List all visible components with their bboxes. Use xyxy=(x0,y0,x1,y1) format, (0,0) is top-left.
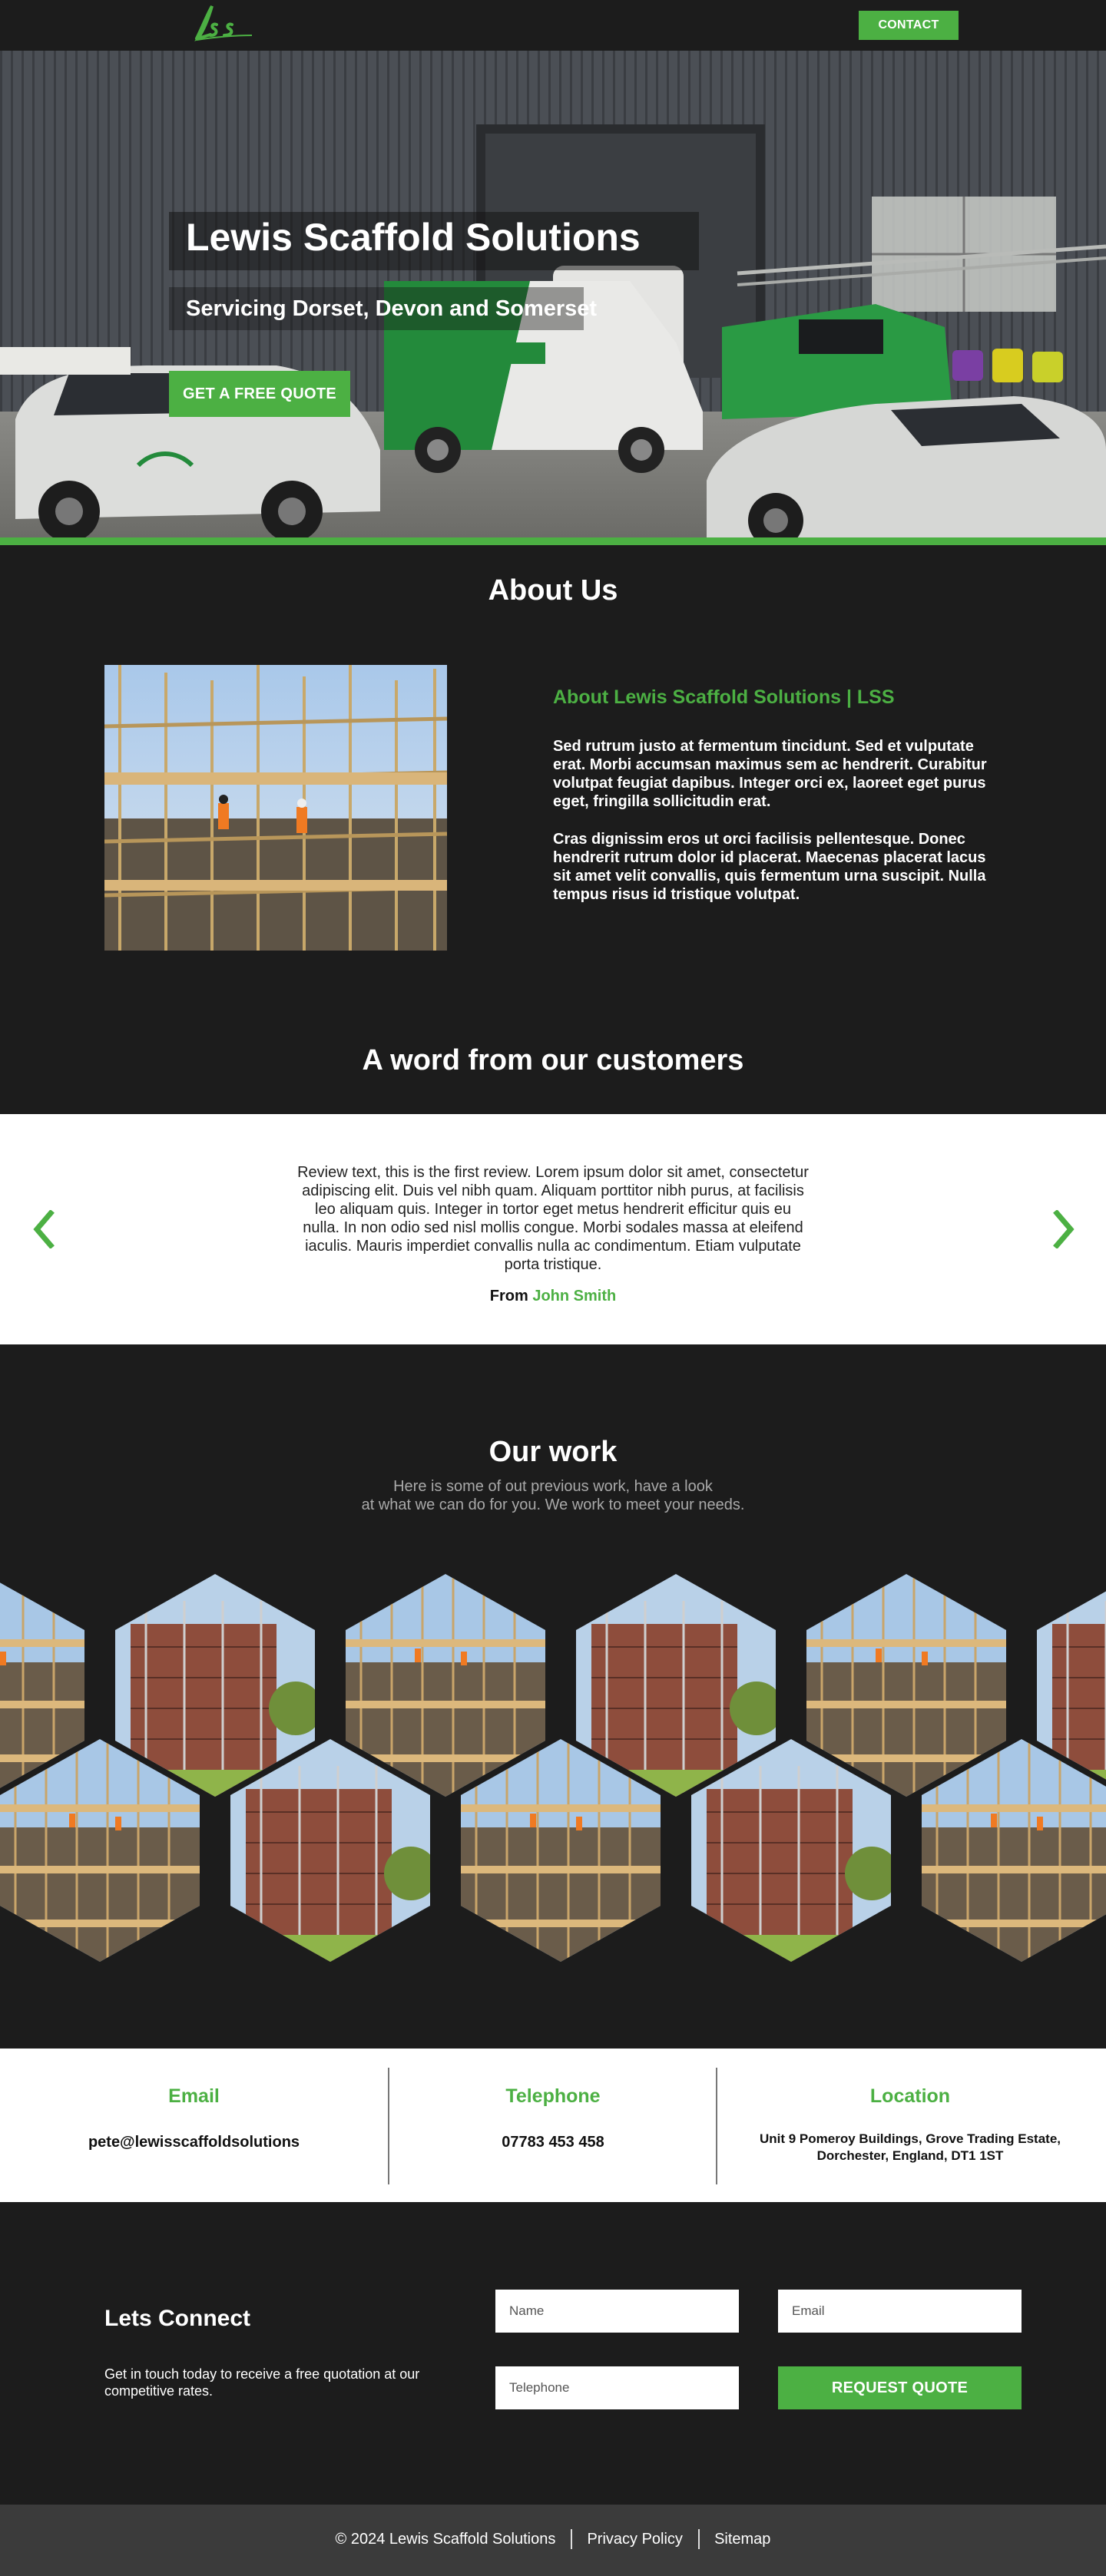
sitemap-link[interactable]: Sitemap xyxy=(714,2531,770,2548)
request-quote-button[interactable]: REQUEST QUOTE xyxy=(778,2366,1022,2409)
footer-separator-2 xyxy=(697,2529,700,2549)
top-navigation-bar: CONTACT xyxy=(0,0,1106,51)
contact-divider-2 xyxy=(716,2068,717,2184)
footer-copyright: © 2024 Lewis Scaffold Solutions xyxy=(335,2530,556,2548)
footer-links: © 2024 Lewis Scaffold Solutions Privacy … xyxy=(0,2529,1106,2549)
reviews-heading: A word from our customers xyxy=(362,1044,744,1076)
location-line-2: Dorchester, England, DT1 1ST xyxy=(816,2148,1004,2163)
privacy-policy-link[interactable]: Privacy Policy xyxy=(587,2531,682,2548)
chevron-left-icon[interactable] xyxy=(31,1209,55,1249)
connect-text: Get in touch today to receive a free quo… xyxy=(104,2366,420,2399)
contact-divider-1 xyxy=(388,2068,389,2184)
about-heading: About Us xyxy=(488,574,618,607)
location-line-1: Unit 9 Pomeroy Buildings, Grove Trading … xyxy=(759,2131,1061,2146)
location-label: Location xyxy=(869,2085,951,2107)
work-gallery-hexagon[interactable] xyxy=(461,1739,661,1962)
contact-button[interactable]: CONTACT xyxy=(859,11,959,40)
work-gallery xyxy=(0,1570,1106,1977)
hero-title: Lewis Scaffold Solutions xyxy=(186,216,641,259)
email-column: Email pete@lewisscaffoldsolutions xyxy=(46,2085,342,2151)
work-subtitle: Here is some of out previous work, have … xyxy=(323,1477,783,1514)
about-paragraph-2: Cras dignissim eros ut orci facilisis pe… xyxy=(553,831,986,903)
work-subtitle-line-1: Here is some of out previous work, have … xyxy=(393,1478,713,1495)
email-label: Email xyxy=(168,2085,220,2107)
work-heading: Our work xyxy=(488,1436,618,1468)
work-gallery-hexagon[interactable] xyxy=(806,1574,1006,1797)
review-text: Review text, this is the first review. L… xyxy=(297,1164,809,1273)
name-input[interactable] xyxy=(495,2290,739,2333)
review-from-label: From xyxy=(489,1288,528,1305)
telephone-value[interactable]: 07783 453 458 xyxy=(406,2134,700,2151)
about-subheading: About Lewis Scaffold Solutions | LSS xyxy=(553,686,895,708)
chevron-right-icon[interactable] xyxy=(1052,1209,1077,1249)
footer-separator-1 xyxy=(570,2529,572,2549)
location-column: Location Unit 9 Pomeroy Buildings, Grove… xyxy=(733,2085,1087,2164)
work-subtitle-line-2: at what we can do for you. We work to me… xyxy=(361,1496,745,1513)
work-gallery-hexagon[interactable] xyxy=(346,1574,545,1797)
location-value: Unit 9 Pomeroy Buildings, Grove Trading … xyxy=(733,2131,1087,2164)
page: CONTACT Lewis Scaffold Solutions Servici… xyxy=(0,0,1106,2576)
lss-logo-icon[interactable] xyxy=(186,2,255,45)
email-value[interactable]: pete@lewisscaffoldsolutions xyxy=(46,2134,342,2151)
about-scaffold-photo xyxy=(104,665,447,951)
work-gallery-hexagon[interactable] xyxy=(0,1739,200,1962)
hero-banner: Lewis Scaffold Solutions Servicing Dorse… xyxy=(0,51,1106,537)
hero-accent-line xyxy=(0,537,1106,545)
email-input[interactable] xyxy=(778,2290,1022,2333)
about-paragraph-1: Sed rutrum justo at fermentum tincidunt.… xyxy=(553,738,987,810)
telephone-column: Telephone 07783 453 458 xyxy=(406,2085,700,2151)
free-quote-button[interactable]: GET A FREE QUOTE xyxy=(169,371,350,417)
connect-heading: Lets Connect xyxy=(104,2306,251,2331)
review-author-name: John Smith xyxy=(532,1288,617,1305)
telephone-input[interactable] xyxy=(495,2366,739,2409)
telephone-label: Telephone xyxy=(505,2085,601,2107)
hero-subtitle: Servicing Dorset, Devon and Somerset xyxy=(186,296,598,321)
review-author: From John Smith xyxy=(0,1288,1106,1305)
